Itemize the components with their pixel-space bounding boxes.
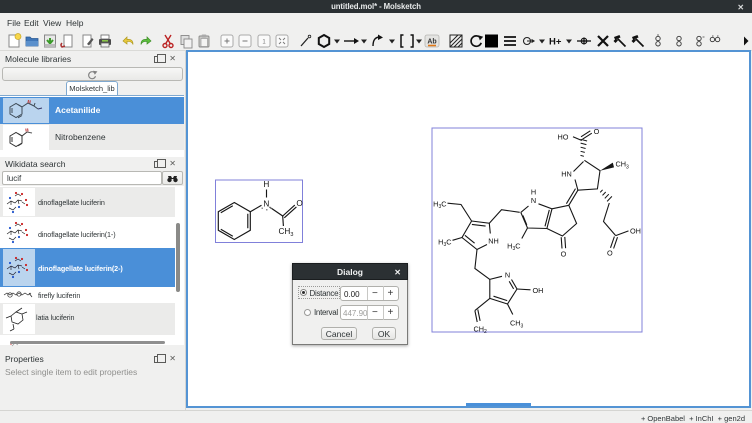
svg-text:O: O: [594, 127, 600, 136]
svg-text:OH: OH: [630, 227, 641, 236]
svg-text:H3C: H3C: [507, 241, 520, 252]
svg-text:O: O: [561, 250, 567, 259]
svg-text:HN: HN: [561, 169, 572, 178]
svg-text:O: O: [296, 199, 302, 208]
svg-text:CH3: CH3: [510, 319, 524, 330]
svg-text:CH3: CH3: [616, 160, 630, 171]
svg-text:H: H: [263, 180, 269, 189]
svg-text:H3C: H3C: [433, 199, 446, 210]
svg-text:CH2: CH2: [474, 324, 488, 333]
svg-text:O: O: [607, 249, 613, 258]
svg-text:OH: OH: [533, 286, 544, 295]
svg-text:CH3: CH3: [279, 227, 294, 238]
svg-text:N: N: [505, 270, 510, 279]
svg-text:N: N: [263, 199, 269, 208]
svg-text:H+: H+: [549, 37, 562, 48]
svg-text:H3C: H3C: [438, 237, 451, 248]
svg-text:Ab: Ab: [427, 39, 436, 46]
svg-text:N: N: [531, 196, 536, 205]
svg-text:NH: NH: [488, 236, 499, 245]
svg-text:HO: HO: [558, 132, 569, 141]
